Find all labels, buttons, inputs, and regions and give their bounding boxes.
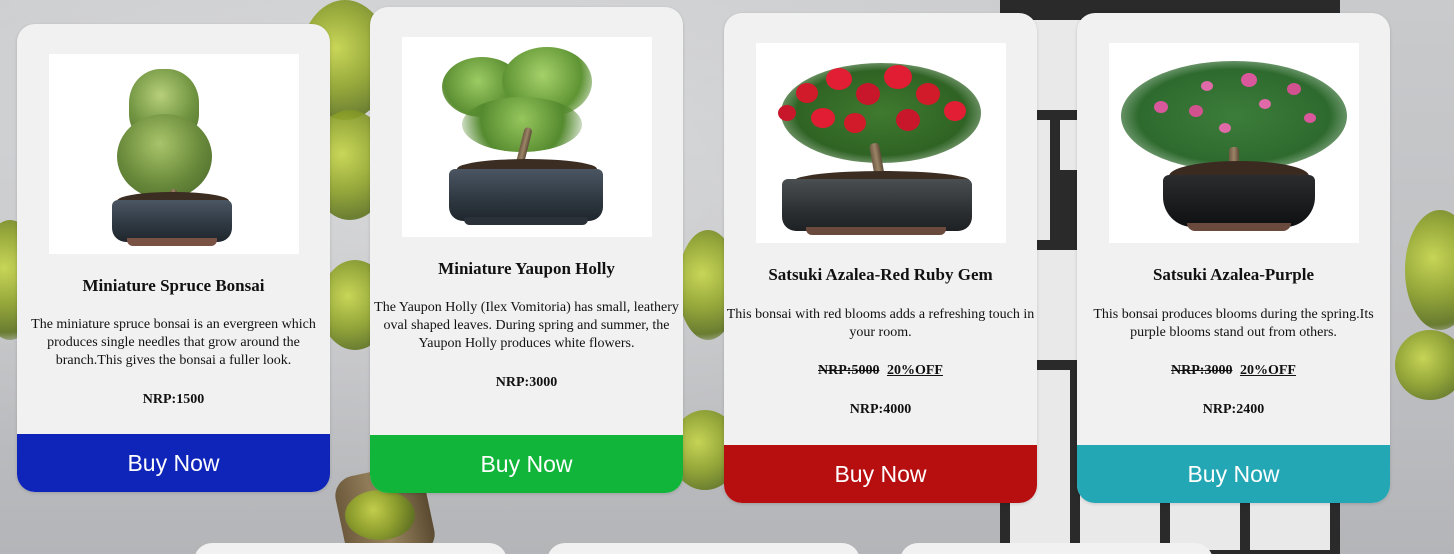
buy-now-button[interactable]: Buy Now [17,434,330,492]
product-card: Miniature Yaupon Holly The Yaupon Holly … [370,7,683,493]
product-title: Satsuki Azalea-Purple [1152,265,1315,284]
product-card-partial [194,543,507,554]
product-card-partial [900,543,1213,554]
product-price: NRP:4000 [849,402,912,417]
buy-now-button[interactable]: Buy Now [370,435,683,493]
background-foliage [345,490,415,540]
yaupon-holly-image [401,37,652,237]
red-azalea-image [755,43,1006,243]
product-price: NRP:1500 [142,392,205,407]
product-price: NRP:3000 [495,375,558,390]
original-price-row: NRP:3000 20%OFF [1077,362,1390,380]
original-price-row: NRP:5000 20%OFF [724,362,1037,380]
product-description: This bonsai with red blooms adds a refre… [726,307,1035,340]
product-card: Satsuki Azalea-Purple This bonsai produc… [1077,13,1390,503]
product-card-partial [547,543,860,554]
product-title: Miniature Yaupon Holly [438,259,615,278]
product-description: The miniature spruce bonsai is an evergr… [31,317,316,368]
product-card: Miniature Spruce Bonsai The miniature sp… [17,24,330,492]
product-price: NRP:2400 [1202,402,1265,417]
product-card: Satsuki Azalea-Red Ruby Gem This bonsai … [724,13,1037,503]
purple-azalea-image [1108,43,1359,243]
product-description: The Yaupon Holly (Ilex Vomitoria) has sm… [374,300,679,351]
product-title: Satsuki Azalea-Red Ruby Gem [768,265,993,284]
buy-now-button[interactable]: Buy Now [724,445,1037,503]
product-description: This bonsai produces blooms during the s… [1093,307,1374,340]
discount-label: 20%OFF [1239,363,1296,378]
product-title: Miniature Spruce Bonsai [82,276,265,295]
buy-now-button[interactable]: Buy Now [1077,445,1390,503]
discount-label: 20%OFF [886,363,943,378]
original-price: NRP:3000 [1171,363,1233,378]
original-price: NRP:5000 [818,363,880,378]
spruce-bonsai-image [48,54,299,254]
